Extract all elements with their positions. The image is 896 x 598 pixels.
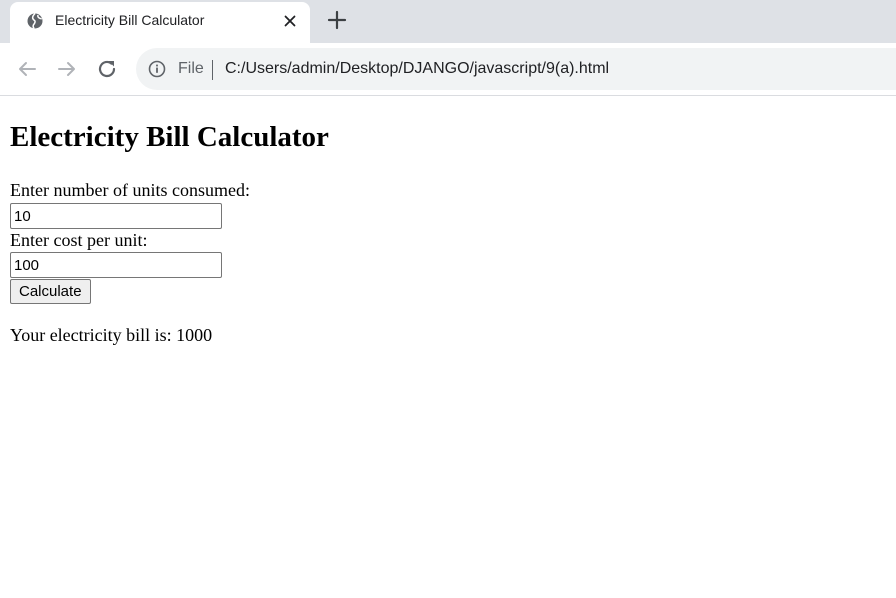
calculate-button[interactable]: Calculate xyxy=(10,279,91,304)
info-icon[interactable] xyxy=(148,60,166,78)
url-text[interactable]: C:/Users/admin/Desktop/DJANGO/javascript… xyxy=(225,60,609,78)
browser-toolbar: File C:/Users/admin/Desktop/DJANGO/javas… xyxy=(0,43,896,96)
close-icon[interactable] xyxy=(282,13,298,29)
tab-title: Electricity Bill Calculator xyxy=(55,12,205,28)
result-text: Your electricity bill is: 1000 xyxy=(10,325,213,345)
cost-label: Enter cost per unit: xyxy=(10,230,148,250)
omnibox-divider xyxy=(212,60,213,80)
units-input[interactable] xyxy=(10,203,222,229)
new-tab-plus-icon[interactable] xyxy=(326,9,348,31)
back-arrow-icon[interactable] xyxy=(15,57,39,81)
globe-icon xyxy=(27,12,43,30)
tab-strip: Electricity Bill Calculator xyxy=(0,0,896,43)
page-title: Electricity Bill Calculator xyxy=(10,121,329,153)
forward-arrow-icon[interactable] xyxy=(55,57,79,81)
cost-input[interactable] xyxy=(10,252,222,278)
browser-tab[interactable]: Electricity Bill Calculator xyxy=(10,2,310,43)
reload-icon[interactable] xyxy=(95,57,119,81)
scheme-label: File xyxy=(178,60,204,77)
units-label: Enter number of units consumed: xyxy=(10,180,250,200)
address-bar[interactable]: File C:/Users/admin/Desktop/DJANGO/javas… xyxy=(136,48,896,90)
